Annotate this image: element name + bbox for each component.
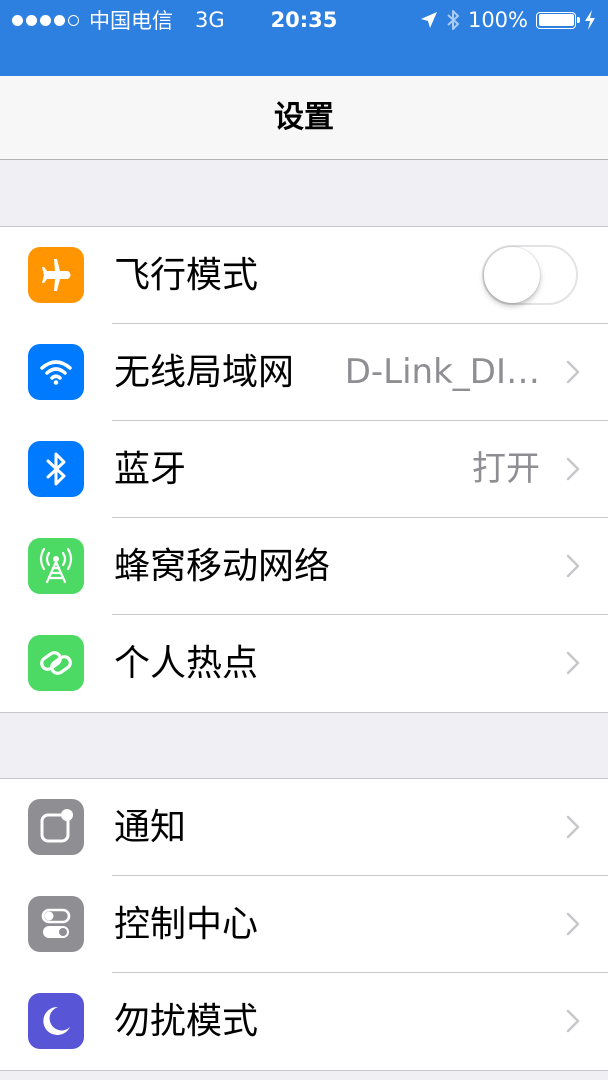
settings-row-notifications[interactable]: 通知 (0, 779, 608, 876)
settings-row-bluetooth[interactable]: 蓝牙 打开 (0, 421, 608, 518)
settings-row-label: 蓝牙 (114, 449, 187, 490)
cellular-antenna-icon (28, 538, 84, 594)
airplane-mode-toggle[interactable] (482, 245, 578, 305)
chevron-right-icon (566, 457, 580, 481)
bluetooth-icon (28, 441, 84, 497)
toggle-knob (484, 247, 540, 303)
status-right: 100% (420, 6, 596, 34)
settings-group-connectivity: 飞行模式 无线局域网 D-Link_DI… 蓝牙 打开 蜂窝移动网络 个人热点 (0, 226, 608, 713)
chevron-right-icon (566, 815, 580, 839)
charging-bolt-icon (585, 10, 595, 30)
moon-icon (28, 993, 84, 1049)
settings-row-label: 蜂窝移动网络 (114, 546, 331, 587)
chevron-right-icon (566, 912, 580, 936)
settings-row-control-center[interactable]: 控制中心 (0, 876, 608, 973)
wifi-network-name: D-Link_DI… (344, 352, 540, 392)
chevron-right-icon (566, 360, 580, 384)
control-center-icon (28, 896, 84, 952)
settings-group-system: 通知 控制中心 勿扰模式 (0, 778, 608, 1071)
status-bar: 中国电信 3G 20:35 100% (0, 0, 608, 76)
settings-row-label: 勿扰模式 (114, 1001, 259, 1042)
settings-row-label: 个人热点 (114, 643, 259, 684)
settings-row-cellular[interactable]: 蜂窝移动网络 (0, 518, 608, 615)
airplane-icon (28, 247, 84, 303)
chevron-right-icon (566, 1009, 580, 1033)
chevron-right-icon (566, 554, 580, 578)
settings-row-airplane-mode: 飞行模式 (0, 227, 608, 324)
battery-percent: 100% (467, 8, 528, 32)
notifications-icon (28, 799, 84, 855)
page-title: 设置 (274, 100, 334, 135)
settings-row-do-not-disturb[interactable]: 勿扰模式 (0, 973, 608, 1070)
settings-row-personal-hotspot[interactable]: 个人热点 (0, 615, 608, 712)
settings-row-label: 通知 (114, 807, 187, 848)
hotspot-chain-icon (28, 635, 84, 691)
bluetooth-status-icon (447, 10, 459, 30)
bluetooth-status: 打开 (472, 449, 540, 489)
location-arrow-icon (420, 12, 437, 28)
chevron-right-icon (566, 651, 580, 675)
settings-row-label: 控制中心 (114, 904, 259, 945)
navigation-bar: 设置 (0, 76, 608, 160)
settings-row-label: 飞行模式 (114, 255, 259, 296)
settings-row-label: 无线局域网 (114, 352, 295, 393)
wifi-icon (28, 344, 84, 400)
battery-icon (536, 11, 580, 29)
settings-row-wifi[interactable]: 无线局域网 D-Link_DI… (0, 324, 608, 421)
